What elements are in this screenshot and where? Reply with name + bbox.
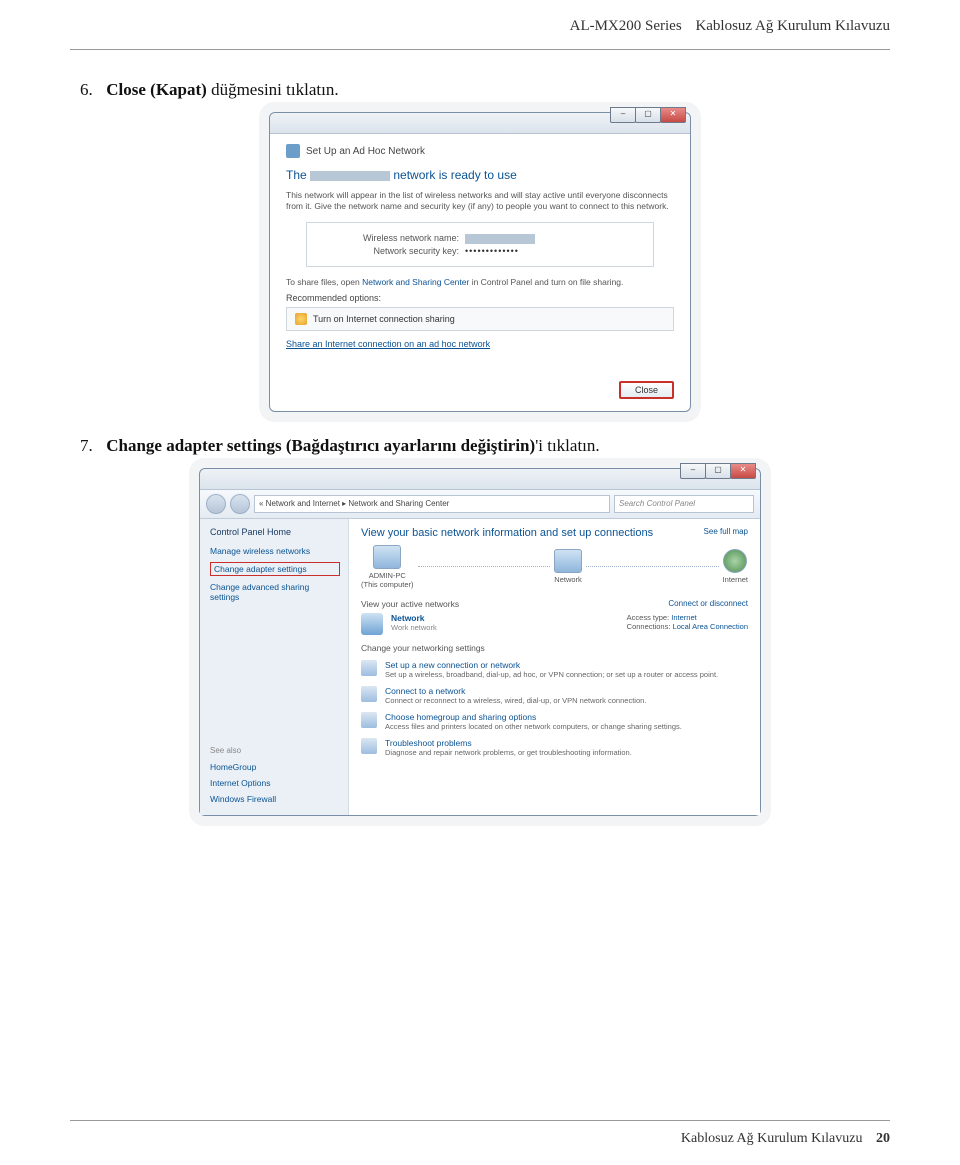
network-name-label: Wireless network name: (319, 233, 465, 244)
shield-icon (295, 313, 307, 325)
wizard-paragraph: This network will appear in the list of … (286, 190, 674, 212)
cp-titlebar: – ▢ ✕ (200, 469, 760, 490)
node-network: Network (554, 549, 582, 584)
step-6-num: 6. (80, 80, 102, 100)
breadcrumb[interactable]: « Network and Internet ▸ Network and Sha… (254, 495, 610, 513)
sidebar-link-manage-wireless[interactable]: Manage wireless networks (210, 546, 340, 556)
connect-icon (361, 686, 377, 702)
step-6-bold: Close (Kapat) (106, 80, 207, 99)
sidebar-link-change-adapter[interactable]: Change adapter settings (210, 562, 340, 576)
network-map: ADMIN-PC (This computer) Network Interne… (361, 545, 748, 589)
network-icon (554, 549, 582, 573)
step-7: 7. Change adapter settings (Bağdaştırıcı… (80, 436, 890, 456)
minimize-button[interactable]: – (610, 107, 636, 123)
task-connect-network[interactable]: Connect to a networkConnect or reconnect… (361, 686, 748, 705)
setup-icon (361, 660, 377, 676)
sidebar-link-advanced-sharing[interactable]: Change advanced sharing settings (210, 582, 340, 602)
change-settings-heading: Change your networking settings (361, 643, 748, 653)
close-button[interactable]: Close (619, 381, 674, 399)
control-panel-sidebar: Control Panel Home Manage wireless netwo… (200, 519, 349, 815)
active-network-name: Network (391, 613, 437, 623)
footer-title: Kablosuz Ağ Kurulum Kılavuzu (681, 1131, 863, 1146)
redacted-value (465, 234, 535, 244)
step-7-num: 7. (80, 436, 102, 456)
security-key-value: ••••••••••••• (465, 246, 519, 256)
share-files-hint: To share files, open Network and Sharing… (286, 277, 674, 287)
connect-disconnect-link[interactable]: Connect or disconnect (668, 599, 748, 608)
task-troubleshoot[interactable]: Troubleshoot problemsDiagnose and repair… (361, 738, 748, 757)
cp-window-close-button[interactable]: ✕ (730, 463, 756, 479)
step-6: 6. Close (Kapat) düğmesini tıklatın. (80, 80, 890, 100)
local-area-connection-link[interactable]: Local Area Connection (673, 622, 748, 631)
computer-icon (373, 545, 401, 569)
step-6-rest: düğmesini tıklatın. (207, 80, 339, 99)
footer-page-number: 20 (876, 1131, 890, 1146)
security-key-label: Network security key: (319, 246, 465, 256)
wizard-heading: The network is ready to use (286, 168, 674, 182)
nav-forward-button[interactable] (230, 494, 250, 514)
footer-rule (70, 1120, 890, 1121)
active-network-type: Work network (391, 623, 437, 632)
seealso-heading: See also (210, 746, 340, 755)
seealso-internet-options[interactable]: Internet Options (210, 778, 340, 788)
node-internet: Internet (723, 549, 748, 584)
recommended-title: Recommended options: (286, 293, 674, 303)
cp-maximize-button[interactable]: ▢ (705, 463, 731, 479)
active-network-row: Network Work network Access type: Intern… (361, 613, 748, 635)
network-sharing-link[interactable]: Network and Sharing Center (362, 277, 469, 287)
adhoc-wizard-window: – ▢ ✕ Set Up an Ad Hoc Network The netwo… (269, 112, 691, 412)
recommended-option-label: Turn on Internet connection sharing (313, 314, 455, 324)
header-series: AL-MX200 Series (570, 18, 682, 34)
header-title: Kablosuz Ağ Kurulum Kılavuzu (695, 18, 890, 34)
wizard-subtitle: Set Up an Ad Hoc Network (306, 146, 425, 157)
network-info-box: Wireless network name: Network security … (306, 222, 654, 267)
active-network-icon (361, 613, 383, 635)
sidebar-heading: Control Panel Home (210, 527, 340, 537)
see-full-map-link[interactable]: See full map (704, 527, 748, 536)
control-panel-window: – ▢ ✕ « Network and Internet ▸ Network a… (199, 468, 761, 816)
homegroup-icon (361, 712, 377, 728)
wizard-titlebar: – ▢ ✕ (270, 113, 690, 134)
seealso-homegroup[interactable]: HomeGroup (210, 762, 340, 772)
redacted-name (310, 171, 390, 181)
page-header: AL-MX200 Series Kablosuz Ağ Kurulum Kıla… (70, 0, 890, 43)
nav-back-button[interactable] (206, 494, 226, 514)
page-footer: Kablosuz Ağ Kurulum Kılavuzu 20 (681, 1131, 890, 1147)
recommended-option[interactable]: Turn on Internet connection sharing (286, 307, 674, 331)
globe-icon (723, 549, 747, 573)
task-setup-connection[interactable]: Set up a new connection or networkSet up… (361, 660, 748, 679)
search-input[interactable]: Search Control Panel (614, 495, 754, 513)
window-close-button[interactable]: ✕ (660, 107, 686, 123)
maximize-button[interactable]: ▢ (635, 107, 661, 123)
node-pc: ADMIN-PC (This computer) (361, 545, 414, 589)
step-7-rest: 'i tıklatın. (535, 436, 599, 455)
troubleshoot-icon (361, 738, 377, 754)
step-7-bold: Change adapter settings (Bağdaştırıcı ay… (106, 436, 535, 455)
seealso-windows-firewall[interactable]: Windows Firewall (210, 794, 340, 804)
cp-minimize-button[interactable]: – (680, 463, 706, 479)
share-adhoc-link[interactable]: Share an Internet connection on an ad ho… (286, 339, 490, 349)
task-homegroup[interactable]: Choose homegroup and sharing optionsAcce… (361, 712, 748, 731)
header-rule (70, 49, 890, 50)
cp-main-title: View your basic network information and … (361, 527, 748, 539)
wizard-icon (286, 144, 300, 158)
